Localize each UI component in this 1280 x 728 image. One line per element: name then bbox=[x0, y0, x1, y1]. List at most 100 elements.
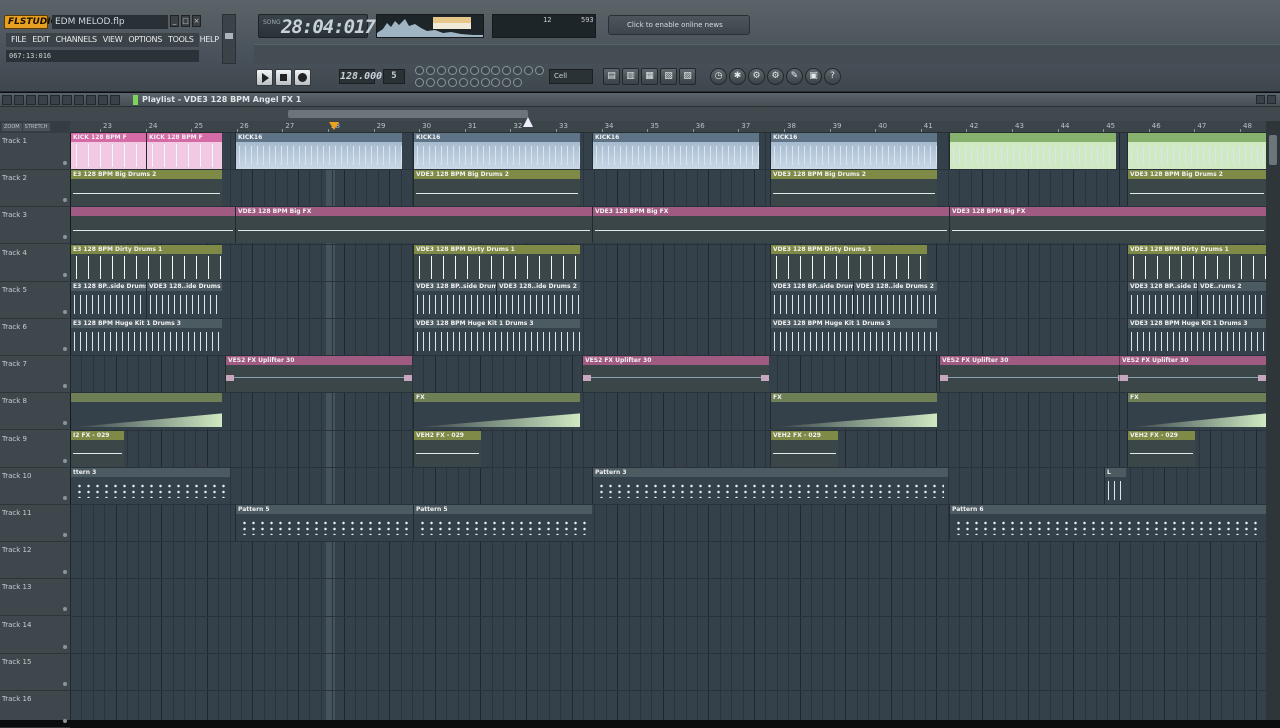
maximize-icon[interactable]: □ bbox=[181, 15, 190, 27]
wait-icon[interactable]: ✱ bbox=[729, 68, 746, 85]
playlist-clip[interactable]: VEH2 FX - 029 bbox=[1127, 430, 1195, 467]
pattern-number[interactable]: 5 bbox=[383, 69, 405, 84]
slip-icon[interactable] bbox=[62, 95, 72, 105]
option-icon[interactable] bbox=[513, 77, 523, 87]
option-icon[interactable] bbox=[502, 77, 512, 87]
timeline-ruler[interactable]: 23 24 25 26 27 28 29 30 31 32 33 34 35 36 37 38 39 40 41 42… bbox=[70, 121, 1266, 133]
track-header[interactable]: Track 1 bbox=[0, 133, 70, 170]
option-icon[interactable] bbox=[535, 66, 545, 75]
slice-icon[interactable] bbox=[74, 95, 84, 105]
horizontal-scrollbar[interactable] bbox=[0, 107, 1280, 121]
option-icon[interactable] bbox=[415, 66, 424, 75]
channel-rack-icon[interactable]: ▦ bbox=[641, 68, 658, 85]
paint-icon[interactable] bbox=[26, 95, 36, 105]
playlist-clip[interactable]: VES2 FX Uplifter 30 bbox=[1119, 356, 1266, 393]
loop-record-icon[interactable]: ⚙ bbox=[767, 68, 784, 85]
track-select-icon[interactable] bbox=[63, 644, 67, 649]
playlist-clip[interactable] bbox=[70, 393, 222, 430]
option-icon[interactable] bbox=[502, 66, 512, 75]
playlist-clip[interactable]: VDE3 128 BPM Huge Kit 1 Drums 3 bbox=[1127, 319, 1266, 355]
playlist-clip[interactable]: VDE3 128 BPM Dirty Drums 1 bbox=[1127, 244, 1266, 281]
option-icon[interactable] bbox=[458, 77, 468, 87]
playlist-clip[interactable]: VDE3 128 BPM Huge Kit 1 Drums 3 bbox=[770, 319, 937, 355]
track-select-icon[interactable] bbox=[63, 198, 67, 203]
track-header[interactable]: Track 11 bbox=[0, 505, 70, 542]
menu-channels[interactable]: CHANNELS bbox=[53, 33, 100, 47]
track-select-icon[interactable] bbox=[63, 309, 67, 314]
track-header[interactable]: Track 14 bbox=[0, 617, 70, 654]
playlist-clip[interactable]: KICK 128 BPM F bbox=[70, 133, 146, 169]
play-button[interactable] bbox=[256, 68, 273, 86]
option-icon[interactable] bbox=[491, 66, 501, 75]
playlist-clip[interactable]: E3 128 BP..side Drums 2 bbox=[70, 281, 146, 318]
playlist-clip[interactable]: Pattern 3 bbox=[592, 467, 948, 504]
playlist-clip[interactable]: KICK 128 BPM F bbox=[146, 133, 222, 169]
playlist-clip[interactable]: VEH2 FX - 029 bbox=[770, 430, 838, 467]
playlist-clip[interactable]: VDE3 128 BPM Big Drums 2 bbox=[413, 170, 580, 207]
playlist-clip[interactable]: VDE3 128..ide Drums 2 bbox=[496, 281, 580, 318]
playlist-clip[interactable]: VES2 FX Uplifter 30 bbox=[939, 356, 1126, 393]
track-select-icon[interactable] bbox=[63, 607, 67, 612]
song-position-marker[interactable] bbox=[329, 122, 339, 130]
option-icon[interactable] bbox=[458, 66, 468, 75]
track-header[interactable]: Track 3 bbox=[0, 207, 70, 245]
playlist-clip[interactable] bbox=[949, 133, 1116, 169]
help-icon[interactable]: ? bbox=[824, 68, 841, 85]
playlist-clip[interactable]: FX bbox=[413, 393, 580, 430]
menu-edit[interactable]: EDIT bbox=[29, 33, 52, 47]
option-icon[interactable] bbox=[415, 77, 424, 87]
close-icon[interactable]: × bbox=[192, 15, 201, 27]
playlist-clip[interactable] bbox=[70, 207, 235, 244]
playlist-clip[interactable]: VDE3 128 BPM Big Drums 2 bbox=[770, 170, 937, 207]
option-icon[interactable] bbox=[480, 77, 490, 87]
playback-icon[interactable] bbox=[110, 95, 120, 105]
playlist-clip[interactable] bbox=[1127, 133, 1266, 169]
playlist-clip[interactable]: FX bbox=[770, 393, 937, 430]
option-icon[interactable] bbox=[447, 66, 457, 75]
track-header[interactable]: Track 9 bbox=[0, 431, 70, 468]
track-select-icon[interactable] bbox=[63, 161, 67, 165]
playlist-clip[interactable]: KICK16 bbox=[592, 133, 759, 169]
track-header[interactable]: Track 16 bbox=[0, 691, 70, 728]
playlist-clip[interactable]: ttern 3 bbox=[70, 467, 230, 504]
playlist-clip[interactable]: VDE3 128..ide Drums 2 bbox=[146, 281, 222, 318]
online-news-panel[interactable]: Click to enable online news bbox=[608, 15, 750, 35]
playlist-clip[interactable]: KICK16 bbox=[413, 133, 580, 169]
browser-icon[interactable]: ▨ bbox=[679, 68, 696, 85]
menu-options[interactable]: OPTIONS bbox=[125, 33, 165, 47]
draw-icon[interactable] bbox=[14, 95, 24, 105]
playlist-clip[interactable]: Pattern 5 bbox=[413, 505, 592, 541]
track-header[interactable]: Track 5 bbox=[0, 282, 70, 319]
track-select-icon[interactable] bbox=[63, 272, 67, 277]
option-icon[interactable] bbox=[447, 77, 457, 87]
track-select-icon[interactable] bbox=[63, 533, 67, 537]
option-icon[interactable] bbox=[436, 77, 446, 87]
track-select-icon[interactable] bbox=[63, 421, 67, 426]
playlist-clip[interactable]: VDE3 128 BPM Huge Kit 1 Drums 3 bbox=[413, 319, 580, 355]
close-icon[interactable] bbox=[1267, 95, 1276, 104]
playlist-clip[interactable]: VDE3 128 BP..side Drums 2 bbox=[413, 281, 496, 318]
track-header[interactable]: Track 8 bbox=[0, 393, 70, 431]
playlist-clip[interactable]: VDE..rums 2 bbox=[1197, 281, 1266, 318]
scrollbar-thumb[interactable] bbox=[288, 110, 528, 118]
playlist-clip[interactable]: Pattern 6 bbox=[949, 505, 1266, 541]
option-icon[interactable] bbox=[469, 66, 479, 75]
option-icon[interactable] bbox=[513, 66, 523, 75]
playlist-clip[interactable]: VDE3 128 BPM Big Drums 2 bbox=[1127, 170, 1266, 207]
playlist-clip[interactable]: E3 128 BPM Big Drums 2 bbox=[70, 170, 222, 207]
playlist-clip[interactable]: VDE3 128 BPM Big FX bbox=[235, 207, 592, 244]
scrollbar-thumb[interactable] bbox=[1269, 135, 1277, 165]
track-select-icon[interactable] bbox=[63, 570, 67, 575]
minimize-icon[interactable]: _ bbox=[170, 15, 179, 27]
track-select-icon[interactable] bbox=[63, 495, 67, 500]
tab-zoom[interactable]: ZOOM bbox=[2, 123, 22, 131]
mute-icon[interactable] bbox=[50, 95, 60, 105]
menu-help[interactable]: HELP bbox=[197, 33, 222, 47]
playlist-clip[interactable]: VDE3 128 BPM Dirty Drums 1 bbox=[770, 244, 927, 281]
stop-button[interactable] bbox=[275, 68, 292, 86]
playlist-clip[interactable]: VDE3 128 BPM Big FX bbox=[949, 207, 1266, 244]
master-volume-slider[interactable] bbox=[222, 14, 236, 64]
snap-selector[interactable]: Cell bbox=[549, 69, 593, 84]
track-select-icon[interactable] bbox=[63, 681, 67, 686]
track-header[interactable]: Track 10 bbox=[0, 468, 70, 505]
